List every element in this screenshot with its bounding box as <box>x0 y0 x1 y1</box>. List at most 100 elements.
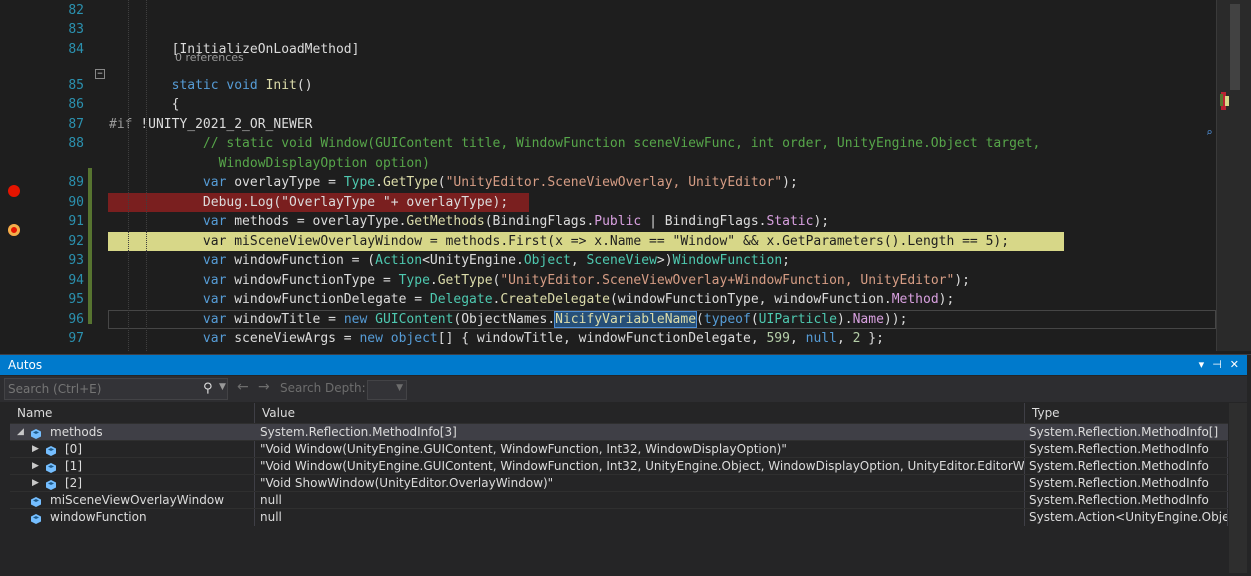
search-back-icon[interactable]: ← <box>237 379 249 395</box>
code-line[interactable]: WindowDisplayOption option) <box>0 154 1216 174</box>
type-cell: System.Reflection.MethodInfo <box>1025 441 1228 458</box>
code-line[interactable]: 91 var methods = overlayType.GetMethods(… <box>0 212 1216 232</box>
code-line[interactable]: 85 static void Init() <box>0 76 1216 96</box>
line-number: 94 <box>68 272 84 288</box>
value-cell[interactable]: "Void ShowWindow(UnityEditor.OverlayWind… <box>255 475 1025 492</box>
code-editor[interactable]: 82 83 84 [InitializeOnLoadMethod] 85 static… <box>0 0 1251 351</box>
code-token: Name <box>852 311 884 327</box>
search-input[interactable] <box>8 379 194 399</box>
code-line[interactable]: 89 var overlayType = Type.GetType("Unity… <box>0 173 1216 193</box>
code-line[interactable]: 82 <box>0 1 1216 21</box>
quick-action-icon[interactable]: ⌕ <box>1206 127 1216 138</box>
code-token: GUIContent <box>375 311 454 327</box>
collapse-icon[interactable]: ◢ <box>17 424 24 441</box>
table-row[interactable]: miSceneViewOverlayWindow null System.Refle… <box>10 491 1228 509</box>
search-box[interactable]: ⚲ ▼ <box>4 378 228 400</box>
indent-guide <box>146 0 147 351</box>
code-token: void <box>226 77 258 93</box>
table-row[interactable]: ▶ [2] "Void ShowWindow(UnityEditor.Overlay… <box>10 474 1228 492</box>
autos-title: Autos <box>8 358 43 372</box>
search-icon[interactable]: ⚲ <box>203 381 213 396</box>
value-cell[interactable]: "Void Window(UnityEngine.GUIContent, Win… <box>255 441 1025 458</box>
table-row[interactable]: windowFunction null System.Action<UnityEng… <box>10 508 1228 526</box>
editor-vertical-scrollbar[interactable] <box>1216 0 1251 351</box>
code-token: Init <box>265 77 297 93</box>
current-statement-breakpoint-icon[interactable] <box>8 224 20 236</box>
search-options-dropdown-icon[interactable]: ▼ <box>219 382 226 392</box>
codelens-references[interactable]: 0 references <box>175 51 244 64</box>
code-token: >) <box>656 253 673 268</box>
breakpoint-icon[interactable] <box>8 185 20 197</box>
table-row[interactable]: ◢ methods System.Reflection.MethodInfo[3] S… <box>10 423 1228 441</box>
line-number: 87 <box>68 116 84 132</box>
search-forward-icon[interactable]: → <box>258 379 270 395</box>
code-line[interactable]: #if UNITY_2019_1_OR_NEWER <box>0 349 1216 352</box>
code-token: Type <box>398 272 430 288</box>
expand-icon[interactable]: ▶ <box>32 458 39 475</box>
code-token: ( <box>696 311 704 327</box>
auto-hide-pin-icon[interactable]: ⊣ <box>1212 355 1222 375</box>
value-cell[interactable]: null <box>255 492 1025 509</box>
code-token: null <box>805 331 837 346</box>
code-line[interactable]: 96 var windowTitle = new GUIContent(Obje… <box>0 310 1216 330</box>
window-position-dropdown-icon[interactable]: ▾ <box>1199 355 1205 375</box>
variable-name: methods <box>50 425 103 439</box>
variable-name: [0] <box>65 442 82 456</box>
value-cell[interactable]: null <box>255 509 1025 526</box>
expand-icon[interactable]: ▶ <box>32 475 39 492</box>
code-text: #if !UNITY_2021_2_OR_NEWER <box>109 115 313 135</box>
code-line[interactable]: 97 var sceneViewArgs = new object[] { wi… <box>0 329 1216 349</box>
code-token: (ObjectNames. <box>453 311 556 327</box>
code-line[interactable]: 83 <box>0 20 1216 40</box>
code-line[interactable]: 94 var windowFunctionType = Type.GetType… <box>0 271 1216 291</box>
line-number: 90 <box>68 194 84 210</box>
table-row[interactable]: ▶ [1] "Void Window(UnityEngine.GUIContent,… <box>10 457 1228 475</box>
value-cell[interactable]: "Void Window(UnityEngine.GUIContent, Win… <box>255 458 1025 475</box>
expand-icon[interactable]: ▶ <box>32 441 39 458</box>
close-icon[interactable]: ✕ <box>1230 355 1239 375</box>
collapse-icon[interactable]: − <box>95 69 105 79</box>
code-line[interactable]: 90 Debug.Log("OverlayType "+ overlayType… <box>0 193 1216 213</box>
code-token: object <box>390 331 438 346</box>
code-token: }; <box>860 331 884 346</box>
variable-name: [2] <box>65 476 82 490</box>
search-depth-select[interactable]: ▼ <box>367 380 407 400</box>
line-number: 83 <box>68 22 84 37</box>
code-line[interactable]: 86 { <box>0 95 1216 115</box>
column-header-type[interactable]: Type <box>1025 403 1228 423</box>
line-number: 88 <box>68 136 84 151</box>
column-header-name[interactable]: Name <box>10 403 255 423</box>
value-cell[interactable]: System.Reflection.MethodInfo[3] <box>255 424 1025 441</box>
scrollbar-thumb[interactable] <box>1230 4 1240 90</box>
name-cell: ▶ [0] <box>10 441 255 458</box>
code-token: ); <box>938 292 955 307</box>
code-token: Object <box>523 253 571 268</box>
type-cell: System.Reflection.MethodInfo <box>1025 475 1228 492</box>
autos-title-bar[interactable]: Autos ▾ ⊣ ✕ <box>0 355 1247 375</box>
code-line[interactable]: 87 #if !UNITY_2021_2_OR_NEWER <box>0 115 1216 135</box>
code-line[interactable]: 88 // static void Window(GUIContent titl… <box>0 134 1216 154</box>
code-text: var windowFunction = (Action<UnityEngine… <box>109 251 790 271</box>
column-header-value[interactable]: Value <box>255 403 1025 423</box>
autos-grid: Name Value Type ◢ methods System.Reflectio… <box>10 403 1228 573</box>
type-cell: System.Reflection.MethodInfo <box>1025 458 1228 475</box>
code-token: )); <box>883 311 908 327</box>
code-token: new <box>343 311 368 327</box>
code-text: WindowDisplayOption option) <box>109 154 430 174</box>
selected-identifier: NicifyVariableName <box>554 310 698 328</box>
code-text: // static void Window(GUIContent title, … <box>109 134 1040 154</box>
code-line[interactable]: 95 var windowFunctionDelegate = Delegate… <box>0 290 1216 310</box>
code-token: GetMethods <box>406 214 485 229</box>
table-row[interactable]: ▶ [0] "Void Window(UnityEngine.GUIContent,… <box>10 440 1228 458</box>
code-line[interactable]: 92 var miSceneViewOverlayWindow = method… <box>0 232 1216 252</box>
line-number: 91 <box>68 214 84 229</box>
code-token: ( <box>437 175 446 190</box>
autos-vertical-scrollbar[interactable] <box>1229 403 1247 573</box>
code-line[interactable]: 93 var windowFunction = (Action<UnityEng… <box>0 251 1216 271</box>
code-token: windowFunctionType = <box>226 272 399 288</box>
